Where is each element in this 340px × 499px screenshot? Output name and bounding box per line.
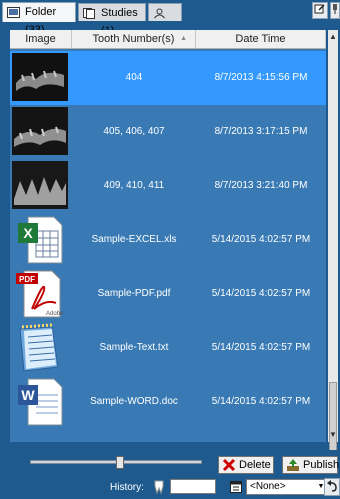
table-row[interactable]: 405, 406, 407 8/7/2013 3:17:15 PM: [10, 105, 326, 159]
column-header-image[interactable]: Image: [10, 30, 72, 48]
svg-text:PDF: PDF: [19, 275, 35, 284]
xray-thumbnail: [12, 161, 68, 211]
calendar-icon[interactable]: [230, 480, 242, 498]
row-date: 5/14/2015 4:02:57 PM: [211, 342, 311, 353]
svg-text:X: X: [23, 225, 33, 241]
pin-icon[interactable]: [330, 2, 340, 19]
edit-icon[interactable]: [312, 2, 328, 19]
scrollbar-thumb[interactable]: [329, 382, 337, 454]
row-date: 5/14/2015 4:02:57 PM: [211, 288, 311, 299]
row-tooth: Sample-PDF.pdf: [97, 288, 171, 299]
text-file-icon: [12, 323, 68, 373]
tab-bar: Folder (33) Studies (1): [0, 0, 340, 37]
table-row[interactable]: 404 8/7/2013 4:15:56 PM: [10, 51, 326, 105]
history-combo-value: <None>: [250, 481, 286, 492]
table-row[interactable]: PDF Adobe Sample-PDF.pdf 5/14/2015 4:02:5…: [10, 267, 326, 321]
row-tooth: 405, 406, 407: [103, 126, 165, 137]
history-tooth-icon: [154, 480, 164, 499]
word-file-icon: W: [12, 377, 68, 427]
table-row[interactable]: X Sample-EXCEL.xls 5/14/2015 4:02:57 PM: [10, 213, 326, 267]
publish-button[interactable]: Publish: [282, 456, 340, 474]
row-tooth: Sample-EXCEL.xls: [91, 234, 177, 245]
row-tooth: Sample-WORD.doc: [90, 396, 178, 407]
scroll-up-icon[interactable]: ▲: [328, 30, 338, 44]
table-row[interactable]: Sample-Text.txt 5/14/2015 4:02:57 PM: [10, 321, 326, 375]
tab-studies[interactable]: Studies (1): [78, 3, 146, 37]
row-date: 8/7/2013 3:21:40 PM: [214, 180, 308, 191]
column-header-image-label: Image: [25, 33, 56, 45]
table-row[interactable]: W Sample-WORD.doc 5/14/2015 4:02:57 PM: [10, 375, 326, 429]
sort-ascending-icon: ▲: [180, 35, 187, 42]
excel-file-icon: X: [12, 215, 68, 265]
row-tooth: 404: [125, 72, 143, 83]
row-date: 8/7/2013 4:15:56 PM: [214, 72, 308, 83]
row-tooth: 409, 410, 411: [103, 180, 165, 191]
list-header: Image Tooth Number(s) ▲ Date Time: [10, 30, 326, 49]
zoom-slider-handle[interactable]: [116, 456, 124, 469]
table-row[interactable]: 409, 410, 411 8/7/2013 3:21:40 PM: [10, 159, 326, 213]
delete-label: Delete: [239, 459, 271, 471]
column-header-date-label: Date Time: [235, 33, 286, 45]
history-input[interactable]: [170, 479, 216, 494]
xray-thumbnail: [12, 107, 68, 157]
delete-x-icon: [222, 458, 236, 472]
xray-thumbnail: [12, 53, 68, 103]
person-icon: [153, 7, 166, 19]
column-header-tooth[interactable]: Tooth Number(s) ▲: [72, 30, 196, 48]
studies-icon: [83, 7, 96, 19]
history-label: History:: [110, 482, 144, 493]
pdf-file-icon: PDF Adobe: [12, 269, 68, 319]
row-date: 5/14/2015 4:02:57 PM: [211, 234, 311, 245]
file-list: Image Tooth Number(s) ▲ Date Time 404 8/…: [10, 30, 326, 442]
row-date: 5/14/2015 4:02:57 PM: [211, 396, 311, 407]
row-tooth: Sample-Text.txt: [99, 342, 169, 353]
svg-text:W: W: [21, 387, 35, 403]
publish-icon: [287, 459, 299, 471]
scroll-down-icon[interactable]: ▼: [328, 428, 338, 442]
delete-button[interactable]: Delete: [218, 456, 274, 474]
undo-icon[interactable]: [324, 478, 340, 496]
tab-folder[interactable]: Folder (33): [2, 2, 76, 36]
column-header-date[interactable]: Date Time: [196, 30, 326, 48]
image-folder-icon: [7, 6, 20, 18]
history-combo[interactable]: <None> ▼: [246, 479, 328, 495]
column-header-tooth-label: Tooth Number(s): [92, 33, 175, 45]
row-date: 8/7/2013 3:17:15 PM: [214, 126, 308, 137]
publish-label: Publish: [303, 459, 340, 471]
vertical-scrollbar[interactable]: ▲ ▼: [328, 30, 338, 454]
svg-text:Adobe: Adobe: [46, 311, 64, 317]
tab-person[interactable]: [148, 3, 182, 21]
